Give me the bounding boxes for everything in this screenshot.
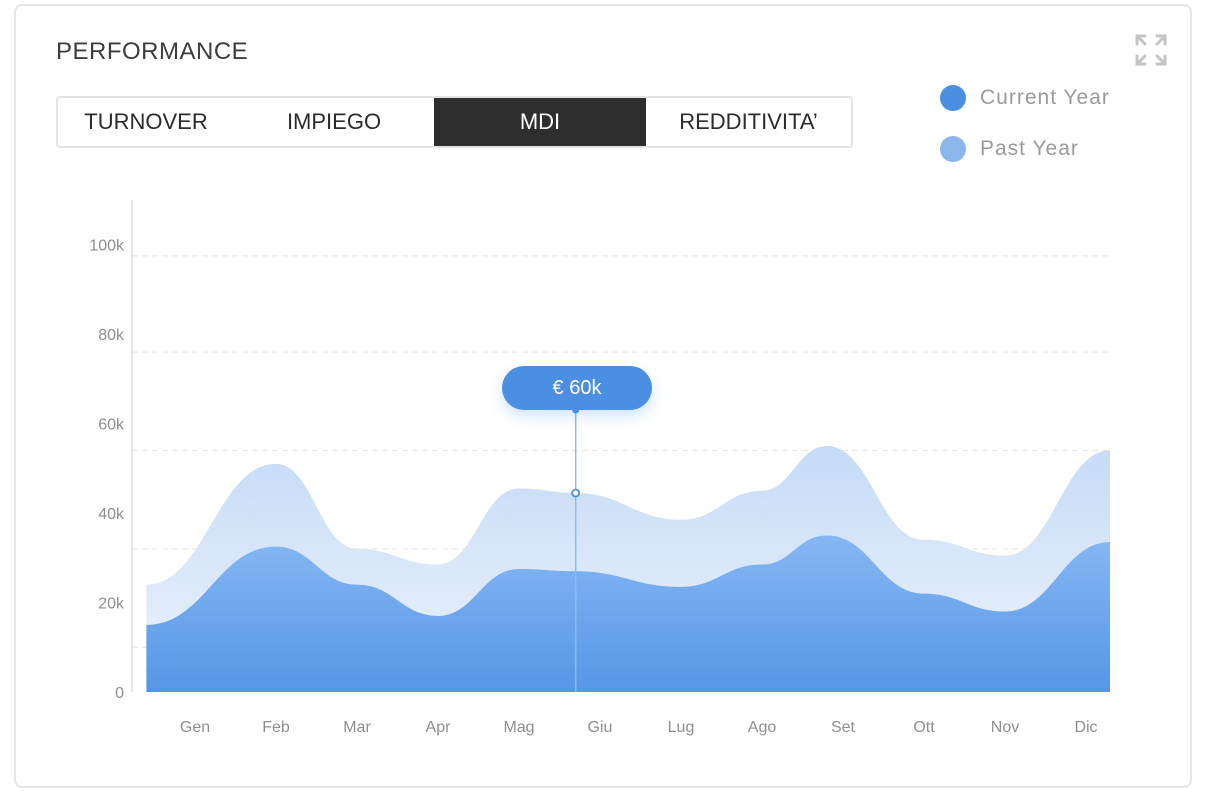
- x-tick-label: Set: [831, 719, 856, 736]
- x-tick-label: Lug: [668, 719, 695, 736]
- y-tick-label: 40k: [98, 506, 125, 523]
- y-tick-label: 20k: [98, 596, 125, 613]
- x-tick-label: Nov: [991, 719, 1019, 736]
- x-tick-label: Dic: [1074, 719, 1097, 736]
- y-tick-label: 60k: [98, 417, 125, 434]
- x-tick-label: Mar: [343, 719, 371, 736]
- x-tick-label: Apr: [426, 719, 452, 736]
- x-tick-label: Mag: [503, 719, 534, 736]
- y-tick-label: 100k: [89, 238, 125, 255]
- x-tick-label: Ott: [913, 719, 935, 736]
- x-tick-label: Feb: [262, 719, 290, 736]
- value-tooltip: € 60k: [502, 366, 652, 410]
- x-tick-label: Giu: [588, 719, 613, 736]
- x-tick-label: Ago: [748, 719, 777, 736]
- x-tick-label: Gen: [180, 719, 210, 736]
- y-tick-label: 80k: [98, 327, 125, 344]
- data-point-marker: [571, 488, 581, 498]
- y-tick-label: 0: [115, 685, 124, 702]
